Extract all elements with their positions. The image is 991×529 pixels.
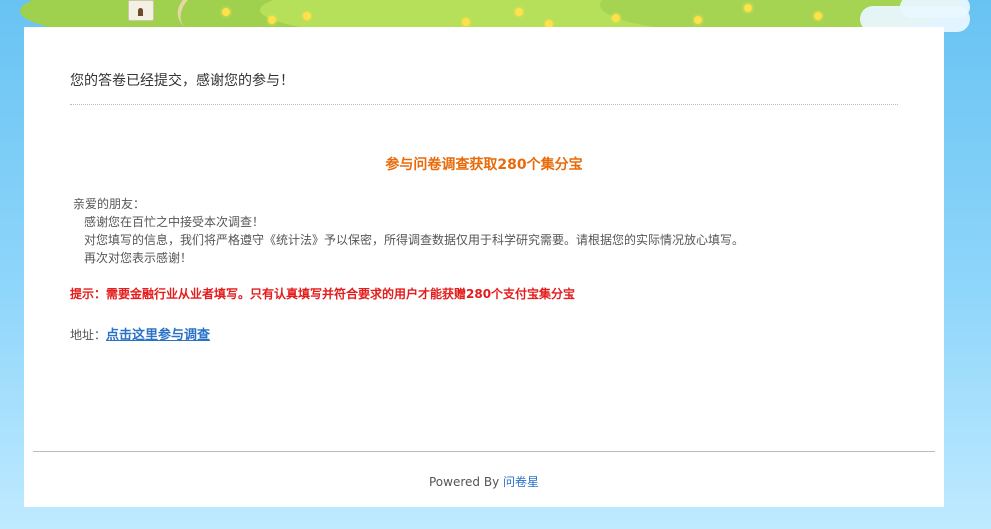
content-panel: 您的答卷已经提交，感谢您的参与！ 参与问卷调查获取280个集分宝 亲爱的朋友： … (24, 27, 944, 507)
eligibility-tip: 提示：需要金融行业从业者填写。只有认真填写并符合要求的用户才能获赠280个支付宝… (70, 287, 576, 301)
promo-title: 参与问卷调查获取280个集分宝 (385, 157, 583, 173)
flower-icon (694, 16, 702, 24)
footer-divider (33, 451, 935, 452)
windmill-icon (128, 0, 154, 21)
cloud-icon (900, 0, 970, 18)
flower-icon (303, 12, 311, 20)
footer: Powered By 问卷星 (24, 473, 944, 490)
dotted-divider (70, 104, 898, 105)
greeting: 亲爱的朋友： (73, 197, 146, 211)
flower-icon (814, 12, 822, 20)
address-label: 地址： (70, 328, 107, 342)
flower-icon (222, 8, 230, 16)
brand-link[interactable]: 问卷星 (503, 475, 539, 489)
survey-address: 地址：点击这里参与调查 (70, 324, 210, 343)
flower-icon (744, 4, 752, 12)
flower-icon (462, 18, 470, 26)
paragraph-2: 对您填写的信息，我们将严格遵守《统计法》予以保密，所得调查数据仅用于科学研究需要… (84, 233, 745, 247)
submitted-message: 您的答卷已经提交，感谢您的参与！ (70, 73, 294, 89)
flower-icon (612, 14, 620, 22)
flower-icon (268, 16, 276, 24)
flower-icon (515, 8, 523, 16)
paragraph-1: 感谢您在百忙之中接受本次调查！ (84, 215, 265, 229)
powered-by-text: Powered By (429, 475, 503, 489)
survey-link[interactable]: 点击这里参与调查 (106, 328, 210, 343)
invitation-text: 亲爱的朋友： 感谢您在百忙之中接受本次调查！ 对您填写的信息，我们将严格遵守《统… (70, 195, 744, 267)
paragraph-3: 再次对您表示感谢！ (84, 251, 193, 265)
